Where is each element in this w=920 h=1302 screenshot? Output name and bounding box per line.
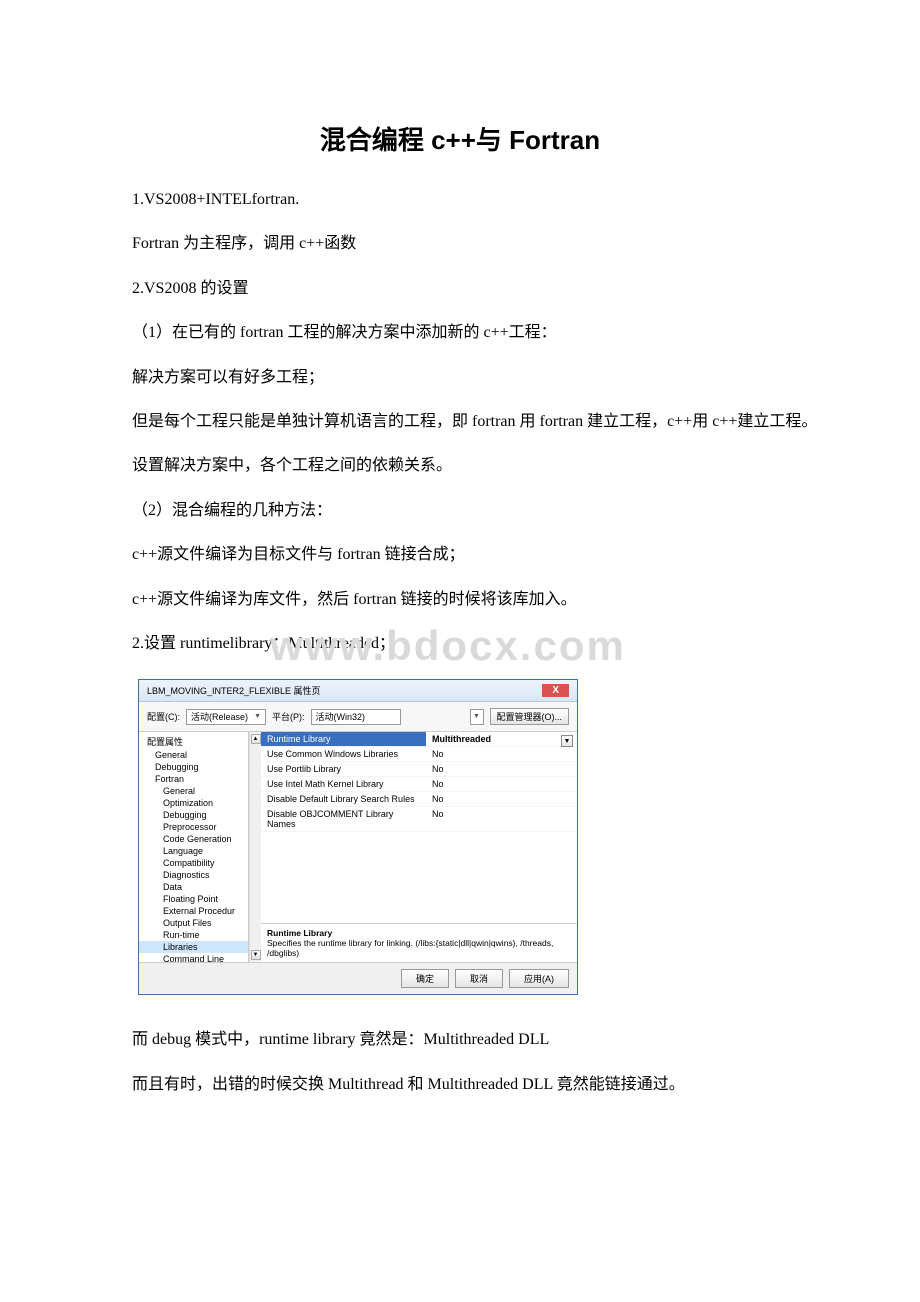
- property-row[interactable]: Disable Default Library Search RulesNo: [261, 792, 577, 807]
- tree-node[interactable]: Output Files: [139, 917, 248, 929]
- property-name: Use Common Windows Libraries: [261, 747, 426, 761]
- tree-node[interactable]: Language: [139, 845, 248, 857]
- chevron-down-icon: ▼: [473, 713, 480, 720]
- property-name: Use Portlib Library: [261, 762, 426, 776]
- chevron-down-icon[interactable]: ▼: [561, 735, 573, 747]
- page-title: 混合编程 c++与 Fortran: [100, 120, 820, 157]
- body-text: 2.设置 runtimelibrary：Multithreaded；: [100, 629, 820, 659]
- tree-node[interactable]: External Procedur: [139, 905, 248, 917]
- desc-heading: Runtime Library: [267, 928, 571, 938]
- body-text: 而且有时，出错的时候交换 Multithread 和 Multithreaded…: [100, 1070, 820, 1100]
- property-name: Runtime Library: [261, 732, 426, 746]
- chevron-down-icon: ▼: [254, 713, 261, 720]
- property-value[interactable]: Multithreaded▼: [426, 732, 577, 746]
- tree-node[interactable]: Optimization: [139, 797, 248, 809]
- dialog-titlebar: LBM_MOVING_INTER2_FLEXIBLE 属性页 X: [139, 680, 577, 702]
- nav-tree[interactable]: 配置属性GeneralDebuggingFortranGeneralOptimi…: [139, 732, 249, 962]
- body-text: （2）混合编程的几种方法：: [100, 496, 820, 526]
- tree-node[interactable]: General: [139, 749, 248, 761]
- property-value[interactable]: No: [426, 777, 577, 791]
- desc-text: Specifies the runtime library for linkin…: [267, 938, 571, 958]
- body-text: 2.VS2008 的设置: [100, 274, 820, 304]
- property-row[interactable]: Use Common Windows LibrariesNo: [261, 747, 577, 762]
- tree-node[interactable]: Fortran: [139, 773, 248, 785]
- scrollbar[interactable]: ▲ ▼: [249, 732, 261, 962]
- apply-button[interactable]: 应用(A): [509, 969, 569, 988]
- config-label: 配置(C):: [147, 710, 180, 723]
- body-text: 而 debug 模式中，runtime library 竟然是：Multithr…: [100, 1025, 820, 1055]
- dialog-toolbar: 配置(C): 活动(Release) ▼ 平台(P): 活动(Win32) ▼ …: [139, 702, 577, 732]
- dialog-footer: 确定 取消 应用(A): [139, 962, 577, 994]
- property-row[interactable]: Disable OBJCOMMENT Library NamesNo: [261, 807, 577, 832]
- property-name: Disable OBJCOMMENT Library Names: [261, 807, 426, 831]
- dialog-title-text: LBM_MOVING_INTER2_FLEXIBLE 属性页: [147, 684, 321, 697]
- body-text: 解决方案可以有好多工程；: [100, 363, 820, 393]
- ok-button[interactable]: 确定: [401, 969, 449, 988]
- scroll-up-icon[interactable]: ▲: [251, 734, 261, 744]
- property-grid: Runtime LibraryMultithreaded▼Use Common …: [261, 732, 577, 962]
- config-select[interactable]: 活动(Release) ▼: [186, 709, 266, 725]
- property-value[interactable]: No: [426, 807, 577, 831]
- tree-node[interactable]: Debugging: [139, 809, 248, 821]
- property-value[interactable]: No: [426, 792, 577, 806]
- tree-node[interactable]: Debugging: [139, 761, 248, 773]
- property-name: Disable Default Library Search Rules: [261, 792, 426, 806]
- tree-node[interactable]: Code Generation: [139, 833, 248, 845]
- property-dialog: LBM_MOVING_INTER2_FLEXIBLE 属性页 X 配置(C): …: [138, 679, 578, 995]
- close-icon[interactable]: X: [542, 684, 569, 697]
- config-value: 活动(Release): [191, 710, 248, 723]
- platform-value: 活动(Win32): [316, 710, 366, 723]
- body-text: c++源文件编译为库文件，然后 fortran 链接的时候将该库加入。: [100, 585, 820, 615]
- platform-label: 平台(P):: [272, 710, 305, 723]
- body-text: 1.VS2008+INTELfortran.: [100, 185, 820, 215]
- tree-node[interactable]: Libraries: [139, 941, 248, 953]
- property-value[interactable]: No: [426, 747, 577, 761]
- tree-node[interactable]: Preprocessor: [139, 821, 248, 833]
- tree-node[interactable]: Diagnostics: [139, 869, 248, 881]
- property-name: Use Intel Math Kernel Library: [261, 777, 426, 791]
- property-row[interactable]: Runtime LibraryMultithreaded▼: [261, 732, 577, 747]
- tree-node[interactable]: Run-time: [139, 929, 248, 941]
- config-manager-button[interactable]: 配置管理器(O)...: [490, 708, 570, 725]
- tree-node[interactable]: Floating Point: [139, 893, 248, 905]
- property-description: Runtime Library Specifies the runtime li…: [261, 923, 577, 962]
- body-text: 但是每个工程只能是单独计算机语言的工程，即 fortran 用 fortran …: [100, 407, 820, 437]
- platform-dropdown[interactable]: ▼: [470, 709, 484, 725]
- tree-node[interactable]: General: [139, 785, 248, 797]
- cancel-button[interactable]: 取消: [455, 969, 503, 988]
- property-row[interactable]: Use Intel Math Kernel LibraryNo: [261, 777, 577, 792]
- tree-node[interactable]: 配置属性: [139, 734, 248, 749]
- property-value[interactable]: No: [426, 762, 577, 776]
- body-text: Fortran 为主程序，调用 c++函数: [100, 229, 820, 259]
- scroll-down-icon[interactable]: ▼: [251, 950, 261, 960]
- tree-node[interactable]: Data: [139, 881, 248, 893]
- tree-node[interactable]: Compatibility: [139, 857, 248, 869]
- body-text: 设置解决方案中，各个工程之间的依赖关系。: [100, 451, 820, 481]
- body-text: c++源文件编译为目标文件与 fortran 链接合成；: [100, 540, 820, 570]
- tree-node[interactable]: Command Line: [139, 953, 248, 962]
- body-text: （1）在已有的 fortran 工程的解决方案中添加新的 c++工程：: [100, 318, 820, 348]
- property-row[interactable]: Use Portlib LibraryNo: [261, 762, 577, 777]
- platform-select[interactable]: 活动(Win32): [311, 709, 401, 725]
